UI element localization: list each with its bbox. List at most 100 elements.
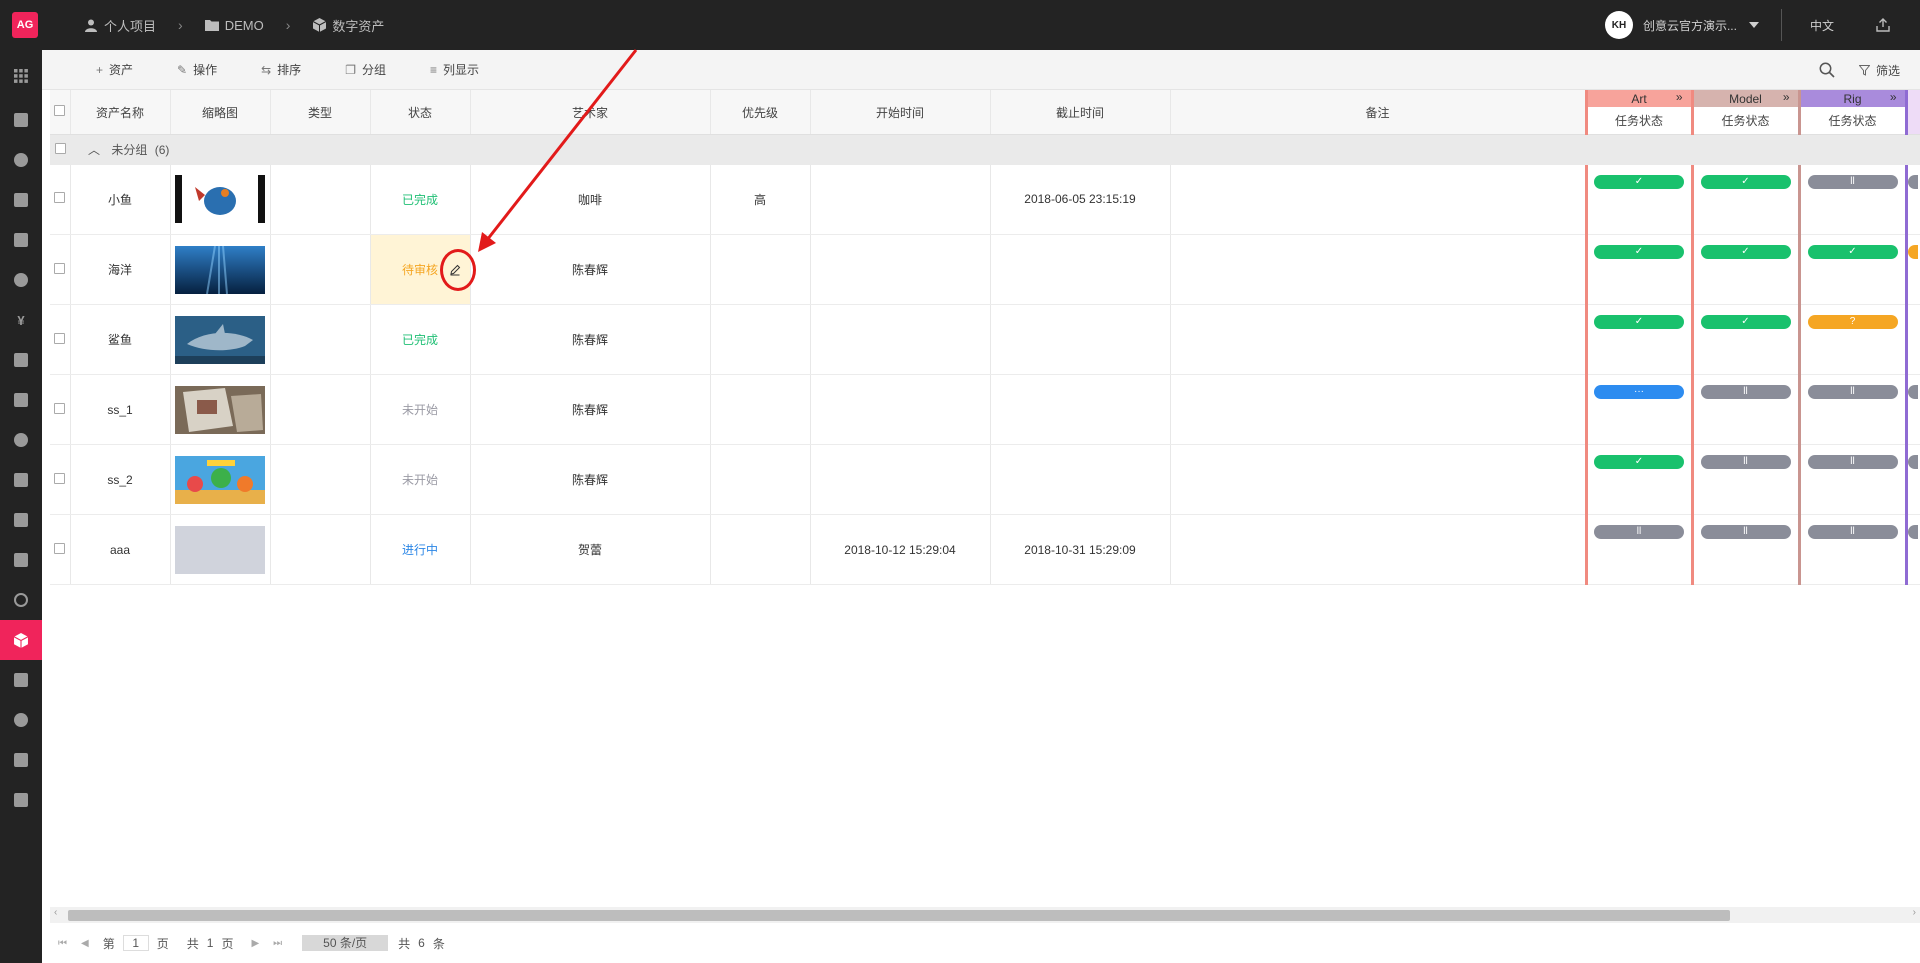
- sidebar-item-playback[interactable]: [0, 740, 42, 780]
- column-header-thumb[interactable]: 缩略图: [170, 90, 271, 135]
- search-icon[interactable]: [1819, 62, 1835, 78]
- priority-cell[interactable]: [710, 374, 811, 445]
- asset-name[interactable]: ss_2: [70, 444, 171, 515]
- start-time-cell[interactable]: 2018-10-12 15:29:04: [810, 514, 991, 585]
- task-status-pill[interactable]: ll: [1700, 455, 1791, 469]
- status-cell[interactable]: 待审核: [370, 234, 476, 305]
- row-checkbox[interactable]: [54, 192, 66, 204]
- table-row[interactable]: ss_1 未开始 陈春辉 ··· ll ll: [50, 374, 1920, 445]
- breadcrumb-item-assets[interactable]: 数字资产: [312, 16, 384, 35]
- task-rig-cell[interactable]: ll: [1797, 444, 1908, 515]
- sidebar-item-reports[interactable]: [0, 380, 42, 420]
- sidebar-item-scenes[interactable]: [0, 540, 42, 580]
- page-size-select[interactable]: 50 条/页: [302, 935, 389, 951]
- status-cell[interactable]: 进行中: [370, 514, 471, 585]
- row-checkbox[interactable]: [54, 542, 66, 554]
- task-art-cell[interactable]: ✓: [1584, 164, 1694, 235]
- note-cell[interactable]: [1170, 514, 1587, 585]
- task-status-pill[interactable]: ✓: [1594, 315, 1684, 329]
- page-number-input[interactable]: 1: [122, 935, 149, 951]
- table-row[interactable]: 海洋 待审核 陈春辉 ✓ ✓ ✓: [50, 234, 1920, 305]
- status-cell[interactable]: 未开始: [370, 374, 471, 445]
- column-header-note[interactable]: 备注: [1170, 90, 1587, 135]
- note-cell[interactable]: [1170, 234, 1587, 305]
- row-checkbox[interactable]: [54, 402, 66, 414]
- group-button[interactable]: ❐ 分组: [345, 61, 386, 78]
- task-art-cell[interactable]: ✓: [1584, 444, 1694, 515]
- thumbnail-placeholder[interactable]: [175, 525, 265, 574]
- last-page-icon[interactable]: ⏭: [273, 938, 282, 949]
- sidebar-item-sync[interactable]: [0, 580, 42, 620]
- row-checkbox[interactable]: [54, 262, 66, 274]
- avatar[interactable]: KH: [1604, 11, 1633, 39]
- column-header-status[interactable]: 状态: [370, 90, 471, 135]
- start-time-cell[interactable]: [810, 374, 991, 445]
- task-status-pill[interactable]: ✓: [1807, 245, 1898, 259]
- start-time-cell[interactable]: [810, 444, 991, 515]
- end-time-cell[interactable]: 2018-10-31 15:29:09: [990, 514, 1171, 585]
- sidebar-item-stats[interactable]: [0, 340, 42, 380]
- start-time-cell[interactable]: [810, 164, 991, 235]
- app-logo[interactable]: AG: [12, 12, 38, 38]
- start-time-cell[interactable]: [810, 234, 991, 305]
- end-time-cell[interactable]: [990, 234, 1171, 305]
- asset-name[interactable]: 小鱼: [70, 164, 171, 235]
- thumbnail-image[interactable]: [175, 385, 265, 434]
- artist-cell[interactable]: 陈春辉: [470, 304, 711, 375]
- sidebar-item-finance[interactable]: ¥: [0, 300, 42, 340]
- column-header-start[interactable]: 开始时间: [810, 90, 991, 135]
- sidebar-item-profile[interactable]: [0, 420, 42, 460]
- task-rig-cell[interactable]: ll: [1797, 164, 1908, 235]
- asset-name[interactable]: ss_1: [70, 374, 171, 445]
- task-status-pill[interactable]: ✓: [1594, 245, 1684, 259]
- priority-cell[interactable]: [710, 304, 811, 375]
- column-header-type[interactable]: 类型: [270, 90, 371, 135]
- task-art-cell[interactable]: ···: [1584, 374, 1694, 445]
- language-switch[interactable]: 中文: [1810, 17, 1834, 34]
- task-model-cell[interactable]: ll: [1690, 444, 1801, 515]
- task-rig-cell[interactable]: ll: [1797, 374, 1908, 445]
- task-status-pill[interactable]: ✓: [1594, 174, 1684, 189]
- columns-button[interactable]: ≡ 列显示: [430, 61, 479, 78]
- end-time-cell[interactable]: [990, 304, 1171, 375]
- note-cell[interactable]: [1170, 444, 1587, 515]
- task-model-cell[interactable]: ✓: [1690, 304, 1801, 375]
- priority-cell[interactable]: 高: [710, 164, 811, 235]
- sidebar-item-settings[interactable]: [0, 140, 42, 180]
- breadcrumb-item-demo[interactable]: DEMO: [204, 18, 264, 33]
- expand-icon[interactable]: »: [1783, 90, 1790, 104]
- user-name[interactable]: 创意云官方演示...: [1643, 17, 1737, 34]
- task-rig-cell[interactable]: ll: [1797, 514, 1908, 585]
- task-header-art[interactable]: Art » 任务状态: [1584, 90, 1694, 135]
- end-time-cell[interactable]: [990, 374, 1171, 445]
- task-status-pill[interactable]: ?: [1807, 315, 1898, 329]
- task-status-pill[interactable]: ll: [1700, 385, 1791, 399]
- artist-cell[interactable]: 陈春辉: [470, 444, 711, 515]
- task-model-cell[interactable]: ll: [1690, 374, 1801, 445]
- asset-name[interactable]: 海洋: [70, 234, 171, 305]
- filter-button[interactable]: 筛选: [1858, 62, 1900, 79]
- task-status-pill[interactable]: ✓: [1594, 455, 1684, 469]
- scroll-right-icon[interactable]: ›: [1913, 907, 1916, 918]
- scrollbar-thumb[interactable]: [68, 910, 1730, 921]
- sidebar-item-digital-assets[interactable]: [0, 620, 42, 660]
- task-art-cell[interactable]: ✓: [1584, 234, 1694, 305]
- priority-cell[interactable]: [710, 514, 811, 585]
- task-header-model[interactable]: Model » 任务状态: [1690, 90, 1801, 135]
- scroll-left-icon[interactable]: ‹: [54, 907, 57, 918]
- add-asset-button[interactable]: + 资产: [96, 61, 133, 78]
- sort-button[interactable]: ⇆ 排序: [261, 61, 301, 78]
- note-cell[interactable]: [1170, 164, 1587, 235]
- task-status-pill[interactable]: ···: [1594, 385, 1684, 399]
- group-checkbox[interactable]: [54, 142, 66, 154]
- group-row[interactable]: ︿ 未分组 (6): [50, 134, 1920, 165]
- task-status-pill[interactable]: ✓: [1700, 245, 1791, 259]
- expand-icon[interactable]: »: [1676, 90, 1683, 104]
- thumbnail-image[interactable]: [175, 245, 265, 294]
- column-header-name[interactable]: 资产名称: [70, 90, 171, 135]
- prev-page-icon[interactable]: ◀: [81, 938, 89, 949]
- thumbnail-image[interactable]: [175, 315, 265, 364]
- task-status-pill[interactable]: ll: [1700, 525, 1791, 539]
- note-cell[interactable]: [1170, 304, 1587, 375]
- chevron-down-icon[interactable]: [1748, 22, 1759, 28]
